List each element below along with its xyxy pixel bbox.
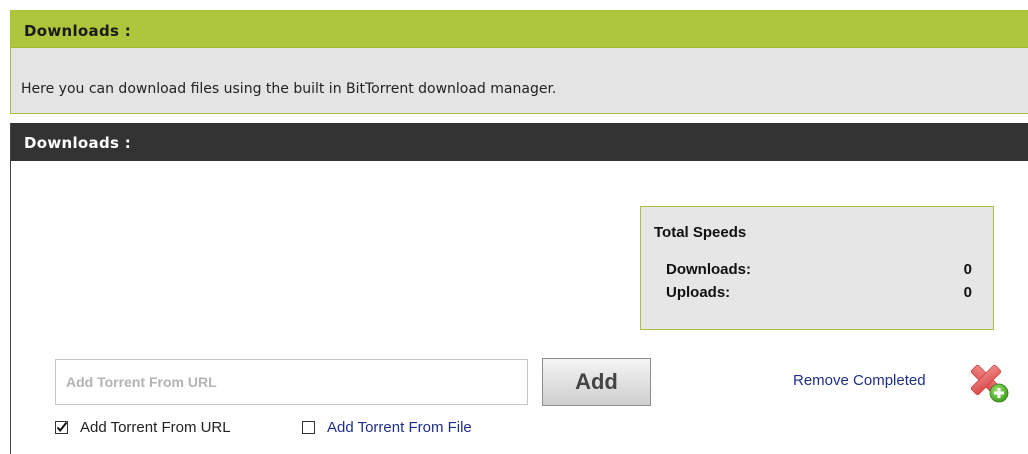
- torrent-url-input[interactable]: [55, 359, 528, 405]
- page: Downloads : Here you can download files …: [10, 10, 1028, 454]
- checkbox-checked-icon[interactable]: [55, 421, 68, 434]
- info-panel: Downloads : Here you can download files …: [10, 10, 1028, 114]
- download-speed-value: 0: [963, 261, 972, 278]
- info-panel-description: Here you can download files using the bu…: [21, 81, 557, 97]
- downloads-panel: Downloads : Total Speeds Downloads: 0 Up…: [10, 123, 1028, 454]
- info-panel-title: Downloads :: [24, 22, 132, 40]
- upload-speed-label: Uploads:: [666, 284, 731, 301]
- remove-completed-link[interactable]: Remove Completed: [793, 372, 926, 389]
- info-panel-header: [11, 11, 1028, 48]
- total-speeds-title: Total Speeds: [654, 224, 747, 241]
- option-add-from-url-label: Add Torrent From URL: [80, 419, 231, 436]
- remove-completed-icon[interactable]: [968, 362, 1010, 404]
- add-button[interactable]: Add: [542, 358, 651, 406]
- option-add-from-file-label: Add Torrent From File: [327, 419, 472, 436]
- total-speeds-box: Total Speeds Downloads: 0 Uploads: 0: [640, 206, 994, 330]
- upload-speed-value: 0: [963, 284, 972, 301]
- downloads-panel-header: Downloads :: [11, 123, 1028, 161]
- checkbox-unchecked-icon[interactable]: [302, 421, 315, 434]
- download-speed-label: Downloads:: [666, 261, 751, 278]
- downloads-panel-title: Downloads :: [24, 134, 132, 152]
